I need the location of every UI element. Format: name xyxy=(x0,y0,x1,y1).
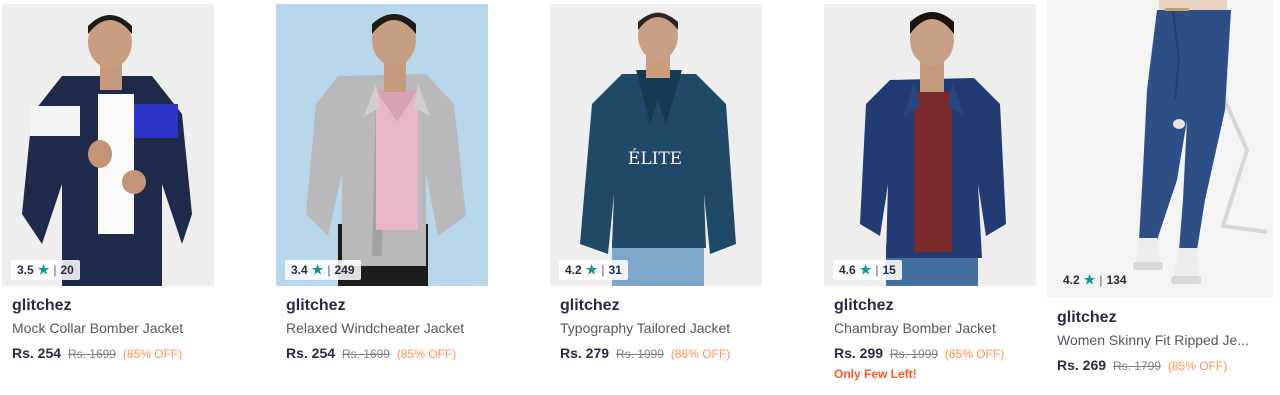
product-photo-windcheater-jacket xyxy=(276,4,488,286)
product-brand: glitchez xyxy=(286,297,346,314)
product-image[interactable]: 4.2 ★ | 134 xyxy=(1047,0,1273,298)
product-card[interactable]: ÉLITE 4.2 ★ | 31 glitchez Typography Tai… xyxy=(550,4,762,364)
product-image[interactable]: 3.5 ★ | 20 xyxy=(2,4,214,286)
stock-note: Only Few Left! xyxy=(834,367,917,381)
jacket-print-text: ÉLITE xyxy=(628,148,682,169)
rating-badge: 4.2 ★ | 134 xyxy=(1057,270,1133,290)
product-mrp: Rs. 1799 xyxy=(1112,359,1161,373)
price-row: Rs. 299 Rs. 1999 (85% OFF) xyxy=(834,343,1026,364)
product-discount: (85% OFF) xyxy=(944,347,1005,361)
rating-count: 15 xyxy=(882,263,896,277)
star-icon: ★ xyxy=(859,262,872,277)
rating-count: 31 xyxy=(608,263,622,277)
product-name: Relaxed Windcheater Jacket xyxy=(286,320,465,336)
product-name: Chambray Bomber Jacket xyxy=(834,320,996,336)
product-info: glitchez Women Skinny Fit Ripped Je... R… xyxy=(1047,298,1273,376)
product-image[interactable]: 3.4 ★ | 249 xyxy=(276,4,488,286)
rating-count: 20 xyxy=(60,263,74,277)
rating-badge: 3.5 ★ | 20 xyxy=(11,260,80,280)
rating-badge: 4.6 ★ | 15 xyxy=(833,260,902,280)
product-name: Typography Tailored Jacket xyxy=(560,320,731,336)
rating-count: 249 xyxy=(334,263,355,277)
rating-value: 4.6 xyxy=(839,263,856,277)
price-row: Rs. 254 Rs. 1699 (85% OFF) xyxy=(286,343,478,364)
product-image[interactable]: ÉLITE 4.2 ★ | 31 xyxy=(550,4,762,286)
product-price: Rs. 269 xyxy=(1057,357,1107,373)
product-brand: glitchez xyxy=(560,297,620,314)
product-photo-skinny-jeans xyxy=(1047,0,1273,298)
rating-separator: | xyxy=(1099,273,1103,287)
rating-badge: 4.2 ★ | 31 xyxy=(559,260,628,280)
product-price: Rs. 254 xyxy=(286,345,336,361)
rating-count: 134 xyxy=(1106,273,1127,287)
rating-separator: | xyxy=(875,263,879,277)
product-info: glitchez Chambray Bomber Jacket Rs. 299 … xyxy=(824,286,1036,381)
product-mrp: Rs. 1999 xyxy=(615,347,664,361)
product-discount: (85% OFF) xyxy=(396,347,457,361)
product-name: Women Skinny Fit Ripped Je... xyxy=(1057,332,1249,348)
product-photo-chambray-jacket xyxy=(824,4,1036,286)
rating-value: 4.2 xyxy=(565,263,582,277)
product-image[interactable]: 4.6 ★ | 15 xyxy=(824,4,1036,286)
product-price: Rs. 279 xyxy=(560,345,610,361)
star-icon: ★ xyxy=(585,262,598,277)
product-mrp: Rs. 1699 xyxy=(67,347,116,361)
star-icon: ★ xyxy=(37,262,50,277)
product-card[interactable]: 3.5 ★ | 20 glitchez Mock Collar Bomber J… xyxy=(2,4,214,364)
rating-separator: | xyxy=(53,263,57,277)
product-info: glitchez Relaxed Windcheater Jacket Rs. … xyxy=(276,286,488,364)
product-brand: glitchez xyxy=(12,297,72,314)
product-photo-tailored-jacket: ÉLITE xyxy=(550,4,762,286)
product-discount: (85% OFF) xyxy=(122,347,183,361)
price-row: Rs. 254 Rs. 1699 (85% OFF) xyxy=(12,343,204,364)
product-price: Rs. 254 xyxy=(12,345,62,361)
star-icon: ★ xyxy=(1083,272,1096,287)
product-discount: (86% OFF) xyxy=(670,347,731,361)
product-discount: (85% OFF) xyxy=(1167,359,1228,373)
product-brand: glitchez xyxy=(1057,309,1117,326)
product-info: glitchez Typography Tailored Jacket Rs. … xyxy=(550,286,762,364)
product-brand: glitchez xyxy=(834,297,894,314)
product-name: Mock Collar Bomber Jacket xyxy=(12,320,184,336)
product-card[interactable]: 4.6 ★ | 15 glitchez Chambray Bomber Jack… xyxy=(824,4,1036,381)
price-row: Rs. 269 Rs. 1799 (85% OFF) xyxy=(1057,355,1263,376)
rating-value: 4.2 xyxy=(1063,273,1080,287)
product-card[interactable]: 3.4 ★ | 249 glitchez Relaxed Windcheater… xyxy=(276,4,488,364)
product-photo-bomber-jacket xyxy=(2,4,214,286)
product-card[interactable]: 4.2 ★ | 134 glitchez Women Skinny Fit Ri… xyxy=(1047,0,1273,376)
product-mrp: Rs. 1999 xyxy=(889,347,938,361)
rating-value: 3.4 xyxy=(291,263,308,277)
rating-separator: | xyxy=(327,263,331,277)
rating-separator: | xyxy=(601,263,605,277)
product-price: Rs. 299 xyxy=(834,345,884,361)
price-row: Rs. 279 Rs. 1999 (86% OFF) xyxy=(560,343,752,364)
rating-badge: 3.4 ★ | 249 xyxy=(285,260,361,280)
product-info: glitchez Mock Collar Bomber Jacket Rs. 2… xyxy=(2,286,214,364)
product-mrp: Rs. 1699 xyxy=(341,347,390,361)
star-icon: ★ xyxy=(311,262,324,277)
rating-value: 3.5 xyxy=(17,263,34,277)
